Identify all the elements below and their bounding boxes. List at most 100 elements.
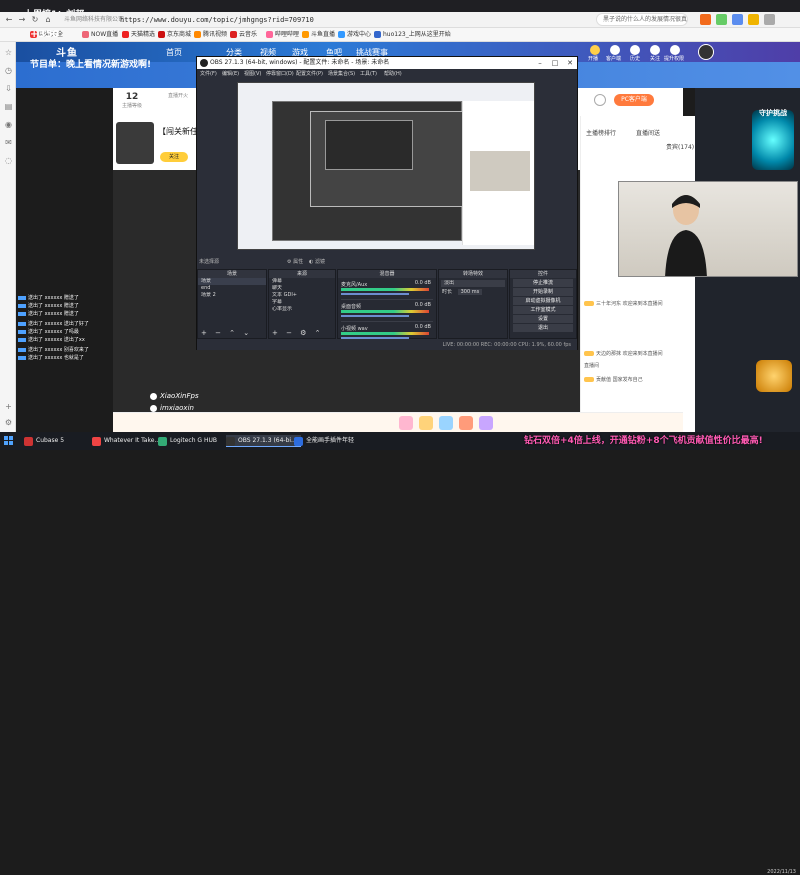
broadcast-icon[interactable]: [590, 45, 600, 55]
gift-icon[interactable]: [479, 416, 493, 430]
client-icon[interactable]: [610, 45, 620, 55]
preview-nested-obs: [310, 111, 474, 207]
menu-help[interactable]: 帮助(H): [384, 70, 402, 77]
studio-mode-button[interactable]: 工作室模式: [513, 306, 573, 314]
scene-toolbar[interactable]: + − ⌃ ⌄: [198, 329, 266, 338]
url-input[interactable]: https://www.douyu.com/topic/jmhgngs?rid=…: [120, 14, 560, 26]
taskbar-app[interactable]: OBS 27.1.3 (64-bi...: [226, 435, 301, 447]
guard-challenge-promo[interactable]: [752, 110, 794, 170]
game-icon[interactable]: ◉: [4, 120, 13, 129]
pc-client-button[interactable]: PC客户端: [614, 94, 654, 106]
source-toolbar[interactable]: + − ⚙ ⌃ ⌄: [269, 329, 335, 346]
forward-icon[interactable]: →: [16, 14, 28, 26]
download-icon[interactable]: [670, 45, 680, 55]
scene-item[interactable]: 场景 2: [198, 292, 266, 299]
tab-room-gift[interactable]: 直播间送: [636, 128, 660, 137]
extension-icon[interactable]: [700, 14, 711, 25]
menu-profile[interactable]: 配置文件(P): [296, 70, 323, 77]
menu-icon[interactable]: [764, 14, 775, 25]
volume-slider[interactable]: [341, 337, 410, 339]
menu-docks[interactable]: 停靠窗口(D): [266, 70, 294, 77]
gift-icon[interactable]: [419, 416, 433, 430]
bookmark-item[interactable]: 天猫精选: [122, 30, 155, 40]
source-item[interactable]: 聊天: [269, 285, 335, 292]
source-item[interactable]: 弹幕: [269, 278, 335, 285]
gift-icon[interactable]: [459, 416, 473, 430]
controls-dock: 控件 停止推流 开始录制 启动虚拟摄像机 工作室模式 设置 退出: [509, 269, 577, 339]
stop-streaming-button[interactable]: 停止推流: [513, 279, 573, 287]
extension-icon[interactable]: [748, 14, 759, 25]
bookmark-item[interactable]: 哔哩哔哩: [266, 30, 299, 40]
menu-file[interactable]: 文件(F): [200, 70, 217, 77]
gift-icon[interactable]: [439, 416, 453, 430]
settings-button[interactable]: 设置: [513, 315, 573, 323]
volume-slider[interactable]: [341, 315, 410, 317]
filters-button[interactable]: ◐ 滤镜: [309, 257, 325, 267]
system-clock[interactable]: 2022/11/13: [767, 869, 796, 875]
bookmark-item[interactable]: NOW直播: [82, 30, 118, 40]
tab-vip[interactable]: 贵宾(174): [666, 142, 694, 151]
bookmark-item[interactable]: huo123_上网从这里开始: [374, 30, 451, 40]
settings-icon[interactable]: ⚙: [4, 418, 13, 427]
properties-button[interactable]: ⚙ 属性: [287, 257, 303, 267]
scene-item[interactable]: 场景: [198, 278, 266, 285]
nav-home[interactable]: 首页: [166, 47, 182, 58]
source-item[interactable]: 心率显示: [269, 306, 335, 313]
fire-stat[interactable]: 直播开火: [163, 92, 193, 99]
source-item[interactable]: 文本 GDI+: [269, 292, 335, 299]
minimize-icon[interactable]: –: [533, 57, 547, 69]
mail-icon[interactable]: ✉: [4, 138, 13, 147]
scene-item[interactable]: end: [198, 285, 266, 292]
bookmark-item[interactable]: 腾讯视频: [194, 30, 227, 40]
follow-button[interactable]: 关注: [160, 152, 188, 162]
start-recording-button[interactable]: 开始录制: [513, 288, 573, 296]
source-item[interactable]: 字幕: [269, 299, 335, 306]
tab-anchor-rank[interactable]: 主播榜排行: [586, 128, 616, 137]
history-icon[interactable]: [630, 45, 640, 55]
menu-scene-collection[interactable]: 场景集合(S): [328, 70, 355, 77]
obs-preview-canvas[interactable]: [237, 82, 535, 250]
share-icon[interactable]: [594, 94, 606, 106]
add-icon[interactable]: +: [4, 402, 13, 411]
virtual-camera-button[interactable]: 启动虚拟摄像机: [513, 297, 573, 305]
browser-tabstrip: 上周榜1：刘邦: [0, 0, 800, 20]
refresh-icon[interactable]: ↻: [29, 14, 41, 26]
back-icon[interactable]: ←: [3, 14, 15, 26]
activity-promo[interactable]: [756, 360, 792, 392]
taskbar-app[interactable]: 全能画手插件年轻: [294, 435, 354, 447]
menu-edit[interactable]: 编辑(E): [222, 70, 239, 77]
close-icon[interactable]: ✕: [563, 57, 577, 69]
bookmark-item[interactable]: 京东商城: [158, 30, 191, 40]
start-icon[interactable]: [4, 436, 14, 446]
download-icon[interactable]: ⇩: [4, 84, 13, 93]
obs-titlebar[interactable]: OBS 27.1.3 (64-bit, windows) - 配置文件: 未命名…: [197, 57, 577, 69]
volume-slider[interactable]: [341, 293, 410, 295]
gift-icon[interactable]: [399, 416, 413, 430]
menu-view[interactable]: 视图(V): [244, 70, 261, 77]
note-icon[interactable]: ▤: [4, 102, 13, 111]
star-icon[interactable]: ☆: [4, 48, 13, 57]
duration-input[interactable]: 300 ms: [457, 289, 483, 295]
search-input[interactable]: 黑子说的什么人的发展情况很真实: [596, 13, 688, 26]
transition-select[interactable]: 淡出: [441, 280, 505, 287]
program-title: 节目单：晚上看情况新游戏啊!: [30, 60, 152, 70]
home-icon[interactable]: ⌂: [42, 14, 54, 26]
taskbar-app[interactable]: Whatever It Take...: [92, 435, 160, 447]
streamer-figure: [665, 195, 707, 276]
exit-button[interactable]: 退出: [513, 324, 573, 332]
bookmark-item[interactable]: 斗鱼直播: [302, 30, 335, 40]
anchor-avatar[interactable]: [116, 122, 154, 164]
maximize-icon[interactable]: □: [548, 57, 562, 69]
follow-icon[interactable]: [650, 45, 660, 55]
extension-icon[interactable]: [732, 14, 743, 25]
history-icon[interactable]: ◷: [4, 66, 13, 75]
menu-tools[interactable]: 工具(T): [360, 70, 377, 77]
extension-icon[interactable]: [716, 14, 727, 25]
bookmark-item[interactable]: 云音乐: [230, 30, 257, 40]
bookmark-item[interactable]: 游戏中心: [338, 30, 371, 40]
taskbar-app[interactable]: Logitech G HUB: [158, 435, 217, 447]
taskbar-app[interactable]: Cubase 5: [24, 435, 64, 447]
user-avatar[interactable]: [698, 44, 714, 60]
chat-icon[interactable]: ◌: [4, 156, 13, 165]
site-identity[interactable]: 斗鱼网络科技有限公司: [64, 14, 124, 26]
